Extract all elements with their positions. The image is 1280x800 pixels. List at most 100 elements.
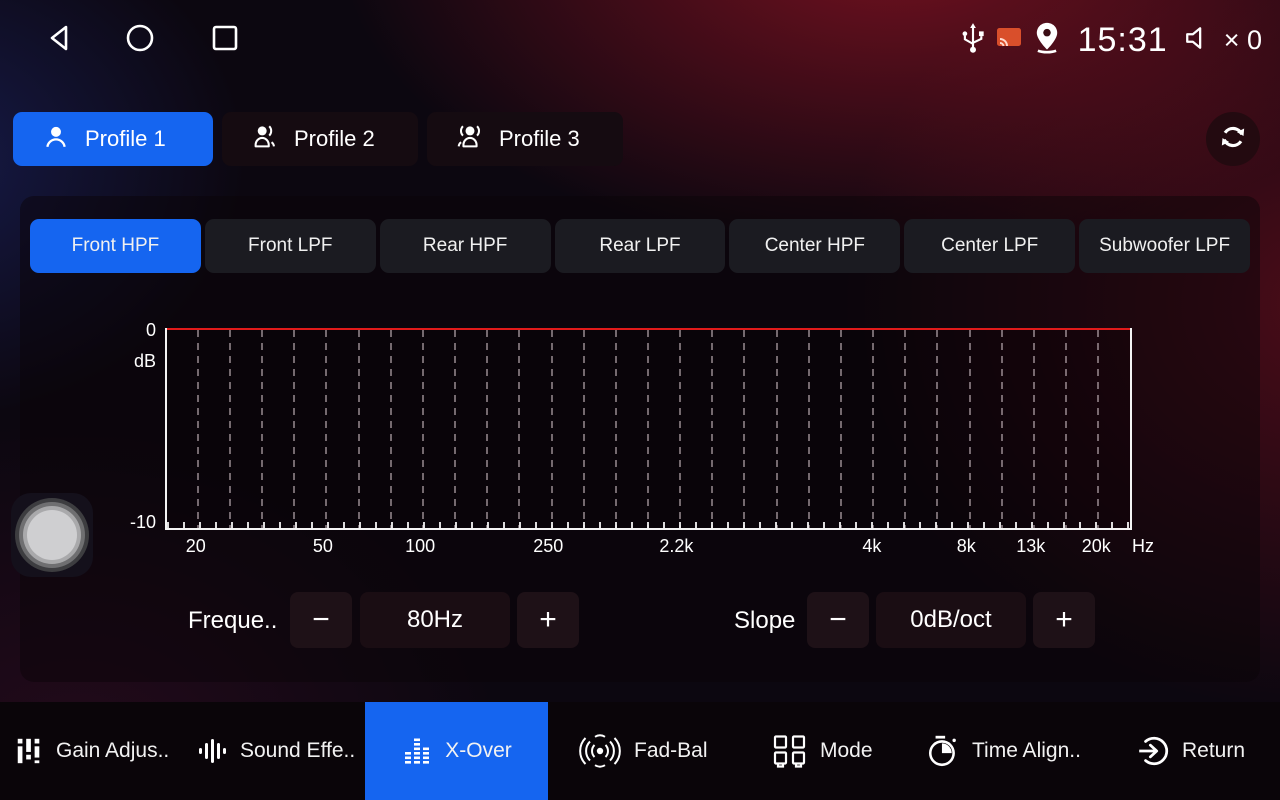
back-button[interactable]: [40, 20, 80, 60]
y-axis-unit: dB: [108, 351, 156, 372]
frequency-label: Freque..: [188, 592, 277, 650]
bottom-nav-sound-effe[interactable]: Sound Effe..: [196, 702, 355, 800]
person-sound2-icon: [427, 122, 499, 157]
grid-line: [1065, 330, 1067, 528]
x-axis-ticks: [167, 522, 1130, 528]
person-icon: [13, 122, 85, 157]
recents-icon: [209, 22, 241, 59]
screen: 15:31 × 0 Profile 1 Profile 2 Profile 3 Fr…: [0, 0, 1280, 800]
status-bar: 15:31 × 0: [0, 0, 1280, 80]
bottom-nav-label: Gain Adjus..: [56, 739, 169, 763]
grid-line: [261, 330, 263, 528]
grid-line: [1001, 330, 1003, 528]
grid-line: [486, 330, 488, 528]
refresh-button[interactable]: [1206, 112, 1260, 166]
slope-label: Slope: [734, 592, 795, 650]
profile-tab-2[interactable]: Profile 2: [222, 112, 418, 166]
grid-line: [776, 330, 778, 528]
bottom-nav-label: Return: [1182, 739, 1245, 763]
usb-icon: [960, 22, 986, 59]
response-line: [167, 328, 1130, 330]
grid-line: [1097, 330, 1099, 528]
bottom-nav-label: Sound Effe..: [240, 739, 355, 763]
grid-line: [325, 330, 327, 528]
knob-dial: [27, 510, 77, 560]
location-icon: [1032, 21, 1062, 60]
clock: 15:31: [1078, 21, 1168, 60]
x-tick-label: 50: [313, 536, 333, 557]
filter-tab-center-lpf[interactable]: Center LPF: [904, 219, 1075, 273]
grid-line: [647, 330, 649, 528]
x-tick-label: 20k: [1082, 536, 1111, 557]
x-tick-label: 2.2k: [659, 536, 693, 557]
grid-line: [358, 330, 360, 528]
filter-tab-front-lpf[interactable]: Front LPF: [205, 219, 376, 273]
grid-line: [743, 330, 745, 528]
y-tick-max: 0: [108, 320, 156, 341]
home-icon: [124, 22, 156, 59]
slope-plus-button[interactable]: +: [1033, 592, 1095, 648]
bottom-nav-label: Time Align..: [972, 739, 1081, 763]
frequency-plus-button[interactable]: +: [517, 592, 579, 648]
grid-line: [583, 330, 585, 528]
x-tick-label: 250: [533, 536, 563, 557]
grid-line: [904, 330, 906, 528]
profile-tab-3[interactable]: Profile 3: [427, 112, 623, 166]
grid-line: [936, 330, 938, 528]
volume-knob[interactable]: [11, 493, 93, 577]
main-panel: Front HPFFront LPFRear HPFRear LPFCenter…: [20, 196, 1260, 682]
grid-line: [229, 330, 231, 528]
cast-icon: [996, 27, 1022, 54]
time-align-icon: [926, 734, 960, 768]
xover-icon: [401, 735, 433, 767]
filter-tab-rear-lpf[interactable]: Rear LPF: [555, 219, 726, 273]
bottom-nav-label: Mode: [820, 739, 873, 763]
bottom-nav-x-over[interactable]: X-Over: [365, 702, 548, 800]
bottom-nav-mode[interactable]: Mode: [772, 702, 873, 800]
x-tick-label: 8k: [957, 536, 976, 557]
grid-line: [808, 330, 810, 528]
x-tick-label: 20: [186, 536, 206, 557]
bottom-nav-fad-bal[interactable]: Fad-Bal: [578, 702, 708, 800]
x-tick-label: 4k: [862, 536, 881, 557]
bottom-nav-label: X-Over: [445, 739, 512, 763]
y-tick-min: -10: [108, 512, 156, 533]
grid-line: [197, 330, 199, 528]
grid-line: [422, 330, 424, 528]
grid-line: [615, 330, 617, 528]
x-axis-unit: Hz: [1132, 536, 1154, 557]
slope-value: 0dB/oct: [876, 592, 1026, 648]
profile-tab-label: Profile 2: [294, 126, 375, 152]
grid-line: [679, 330, 681, 528]
mode-icon: [772, 734, 808, 768]
filter-tabs: Front HPFFront LPFRear HPFRear LPFCenter…: [30, 219, 1250, 273]
grid-line: [840, 330, 842, 528]
bottom-nav-gain-adjus[interactable]: Gain Adjus..: [14, 702, 169, 800]
filter-tab-front-hpf[interactable]: Front HPF: [30, 219, 201, 273]
refresh-icon: [1216, 120, 1250, 159]
filter-tab-rear-hpf[interactable]: Rear HPF: [380, 219, 551, 273]
grid-line: [454, 330, 456, 528]
profile-tab-1[interactable]: Profile 1: [13, 112, 213, 166]
bottom-nav-return[interactable]: Return: [1136, 702, 1245, 800]
bottom-nav-time-align[interactable]: Time Align..: [926, 702, 1081, 800]
x-tick-label: 100: [405, 536, 435, 557]
plot-area: [165, 328, 1132, 530]
grid-line: [872, 330, 874, 528]
back-icon: [44, 22, 76, 59]
grid-line: [711, 330, 713, 528]
grid-line: [518, 330, 520, 528]
recents-button[interactable]: [205, 20, 245, 60]
slope-minus-button[interactable]: −: [807, 592, 869, 648]
filter-tab-subwoofer-lpf[interactable]: Subwoofer LPF: [1079, 219, 1250, 273]
person-sound-icon: [222, 122, 294, 157]
fadbal-icon: [578, 734, 622, 768]
grid-line: [969, 330, 971, 528]
filter-tab-center-hpf[interactable]: Center HPF: [729, 219, 900, 273]
profile-tab-label: Profile 3: [499, 126, 580, 152]
x-tick-label: 13k: [1016, 536, 1045, 557]
home-button[interactable]: [120, 20, 160, 60]
frequency-minus-button[interactable]: −: [290, 592, 352, 648]
volume-level: × 0: [1224, 25, 1262, 56]
bottom-nav: Gain Adjus.. Sound Effe.. X-Over Fad-Bal Mod…: [0, 702, 1280, 800]
